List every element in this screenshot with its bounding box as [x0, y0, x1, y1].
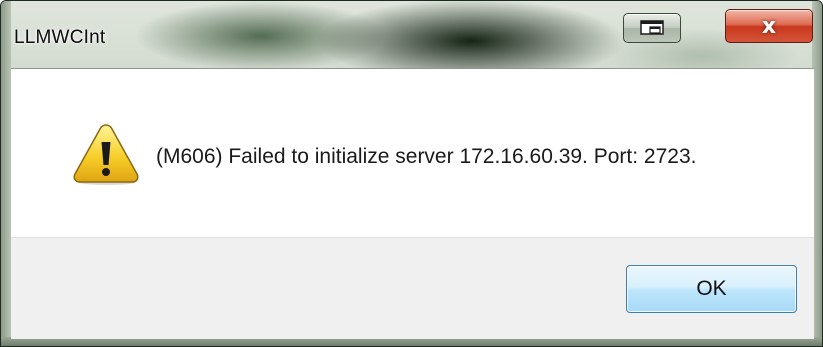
ok-button[interactable]: OK: [626, 265, 797, 313]
dialog-client-area: (M606) Failed to initialize server 172.1…: [11, 68, 814, 339]
warning-icon: [73, 124, 139, 185]
window-title: LLMWCInt: [14, 27, 106, 48]
close-button[interactable]: x: [725, 9, 813, 43]
error-message: (M606) Failed to initialize server 172.1…: [156, 145, 697, 168]
restore-button[interactable]: [623, 13, 681, 43]
window-frame-left: [1, 1, 11, 346]
button-area: OK: [11, 237, 814, 339]
message-area: (M606) Failed to initialize server 172.1…: [11, 69, 814, 237]
dialog-window: LLMWCInt x (M606) Failed to initialize s…: [0, 0, 823, 347]
close-icon: x: [761, 13, 777, 39]
restore-window-icon: [640, 20, 664, 35]
